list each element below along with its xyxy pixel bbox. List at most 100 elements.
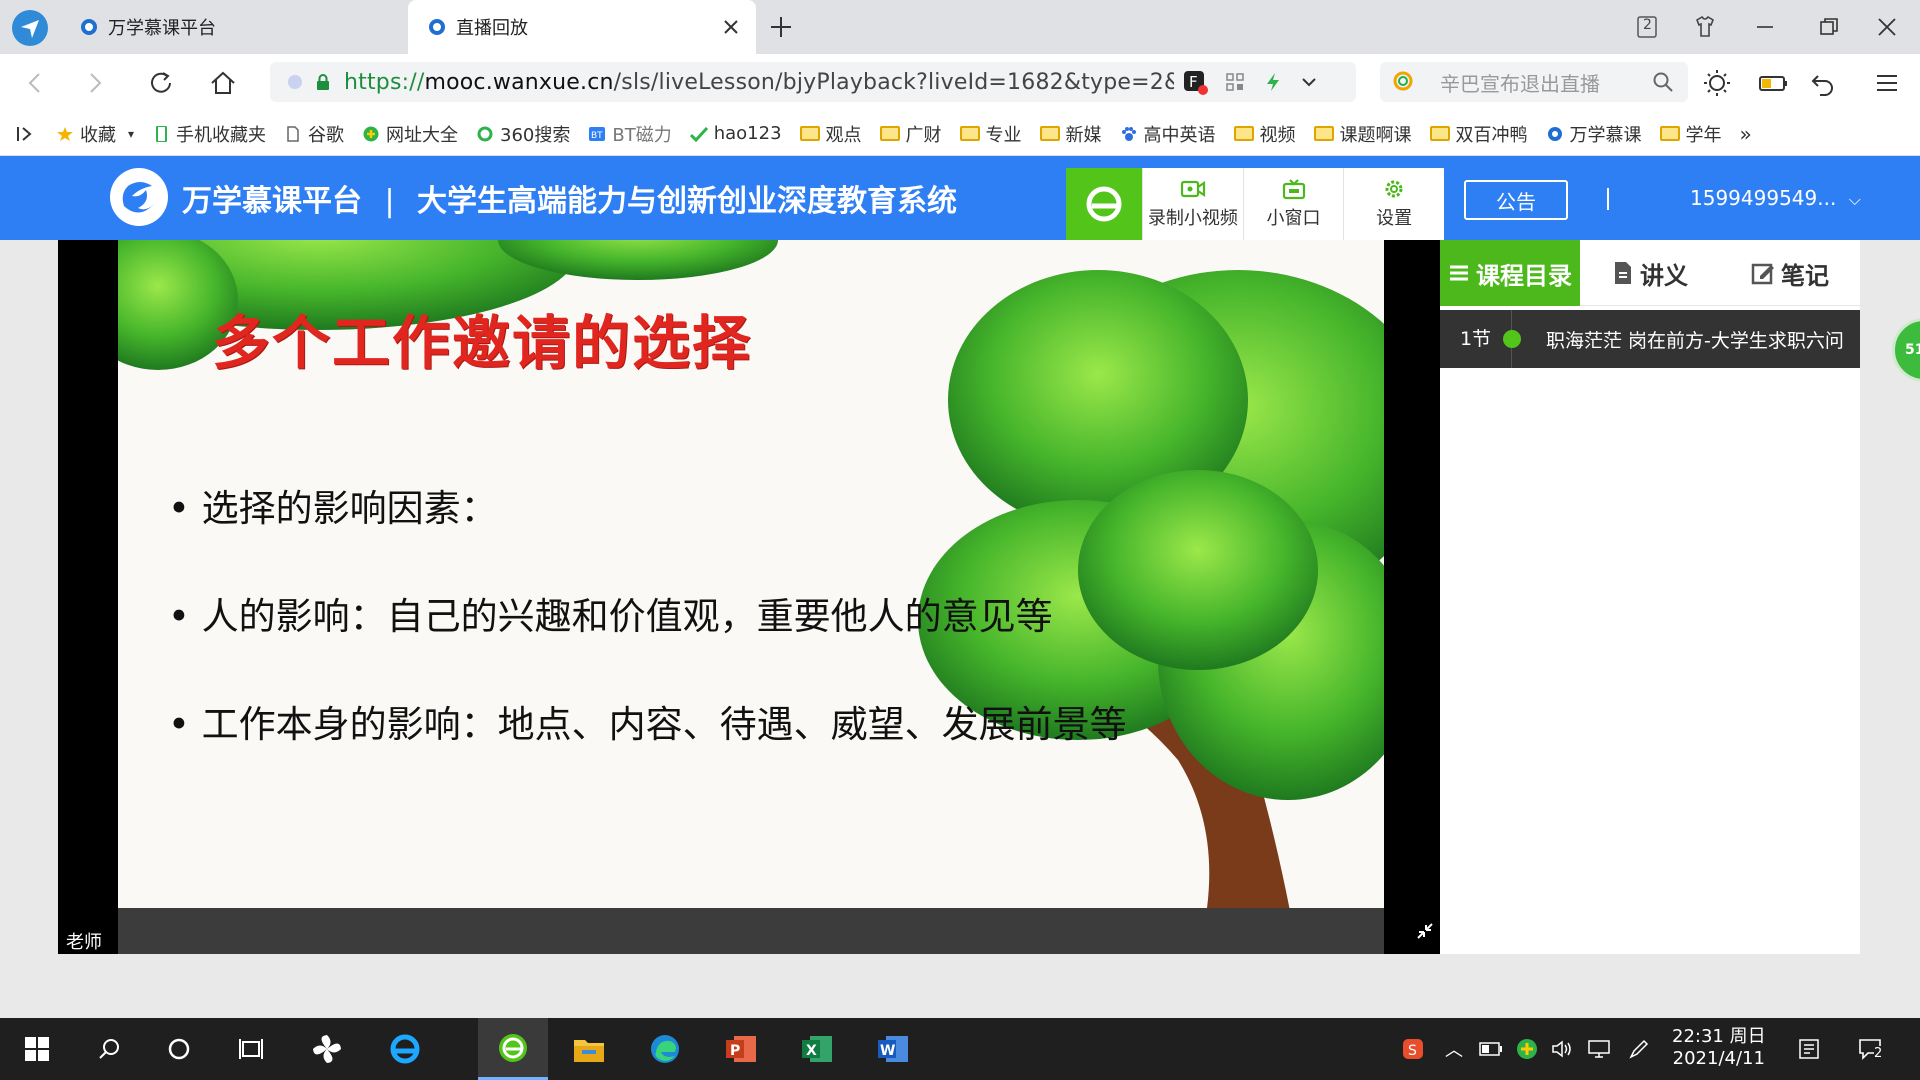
taskbar-app-pinwheel[interactable] — [292, 1018, 362, 1080]
close-tab-icon[interactable] — [722, 18, 740, 36]
tray-plus-icon[interactable] — [1512, 1018, 1542, 1080]
bookmark-hao123[interactable]: hao123 — [689, 123, 782, 144]
bookmark-folder-guandian[interactable]: 观点 — [799, 121, 862, 147]
sidebar-toggle-icon[interactable] — [14, 122, 38, 146]
bookmark-folder-xinmei[interactable]: 新媒 — [1039, 121, 1102, 147]
site-info-icon[interactable] — [288, 75, 302, 89]
tool-label: 小窗口 — [1266, 208, 1321, 229]
taskbar-app-360browser[interactable] — [478, 1018, 548, 1080]
pen-icon[interactable] — [1624, 1018, 1654, 1080]
volume-icon[interactable] — [1548, 1018, 1578, 1080]
search-button[interactable] — [86, 1018, 132, 1080]
taskbar-app-ie[interactable] — [370, 1018, 440, 1080]
brightness-icon[interactable] — [1702, 68, 1732, 98]
windows-taskbar: P X W S ︿ 22:31 周日 2021/4/11 2 — [0, 1018, 1920, 1080]
tab-handout[interactable]: 讲义 — [1580, 240, 1720, 306]
tab-live-playback[interactable]: 直播回放 — [408, 0, 756, 54]
taskbar-app-edge[interactable] — [630, 1018, 700, 1080]
url-bar[interactable]: https://mooc.wanxue.cn/sls/liveLesson/bj… — [270, 62, 1356, 102]
bookmark-mobile[interactable]: 手机收藏夹 — [152, 121, 266, 147]
bookmark-google[interactable]: 谷歌 — [284, 121, 344, 147]
wanxue-favicon-icon — [1547, 126, 1562, 141]
bookmark-sites[interactable]: 网址大全 — [362, 121, 458, 147]
menu-icon[interactable] — [1872, 68, 1902, 98]
course-side-panel: 课程目录 讲义 笔记 1节 职海茫茫 岗在前方-大学生求职六问 — [1440, 240, 1860, 954]
keyboard-icon[interactable] — [1792, 1018, 1826, 1080]
svg-text:W: W — [880, 1043, 895, 1059]
taskbar-app-explorer[interactable] — [554, 1018, 624, 1080]
bookmark-folder-shuangbai[interactable]: 双百冲鸭 — [1429, 121, 1528, 147]
qr-code-icon[interactable] — [1224, 71, 1246, 93]
task-view-button[interactable] — [228, 1018, 274, 1080]
sogou-ime-icon[interactable]: S — [1396, 1018, 1430, 1080]
system-clock[interactable]: 22:31 周日 2021/4/11 — [1672, 1026, 1766, 1070]
chapter-item[interactable]: 1节 职海茫茫 岗在前方-大学生求职六问 — [1440, 310, 1860, 368]
lightning-accelerate-icon[interactable] — [1262, 71, 1284, 93]
bookmark-label: 网址大全 — [386, 124, 459, 146]
settings-button[interactable]: 设置 — [1343, 168, 1444, 240]
url-text[interactable]: https://mooc.wanxue.cn/sls/liveLesson/bj… — [344, 70, 1174, 95]
tab-wanxue-platform[interactable]: 万学慕课平台 — [70, 0, 404, 54]
bookmark-folder-xuenian[interactable]: 学年 — [1659, 121, 1722, 147]
video-player[interactable]: 多个工作邀请的选择 • 选择的影响因素： • 人的影响：自己的兴趣和价值观，重要… — [58, 240, 1440, 954]
tab-label: 讲义 — [1640, 261, 1688, 290]
task-view-icon — [239, 1039, 263, 1059]
extension-f-icon[interactable]: F — [1182, 69, 1208, 95]
toolbar: 录制小视频 小窗口 设置 — [1066, 168, 1444, 240]
ie-engine-icon[interactable] — [1066, 168, 1142, 240]
user-menu[interactable]: 1599499549... ⌵ — [1690, 186, 1861, 210]
bookmark-gaozhong[interactable]: 高中英语 — [1120, 121, 1216, 147]
record-video-button[interactable]: 录制小视频 — [1142, 168, 1243, 240]
bookmark-folder-guangcai[interactable]: 广财 — [879, 121, 942, 147]
bookmark-label: 双百冲鸭 — [1455, 124, 1528, 146]
notification-center-button[interactable]: 2 — [1852, 1018, 1892, 1080]
tab-count-button[interactable]: 2 — [1634, 14, 1660, 40]
bookmark-folder-shipin[interactable]: 视频 — [1233, 121, 1296, 147]
minimize-icon[interactable] — [1752, 14, 1778, 40]
exit-fullscreen-icon[interactable] — [1414, 920, 1436, 942]
restore-icon[interactable] — [1816, 14, 1842, 40]
battery-icon[interactable] — [1476, 1018, 1506, 1080]
bookmark-bt[interactable]: BT BT磁力 — [588, 121, 672, 147]
start-button[interactable] — [14, 1018, 60, 1080]
tray-chevron-up-icon[interactable]: ︿ — [1442, 1018, 1466, 1080]
bookmark-folder-zhuanye[interactable]: 专业 — [959, 121, 1022, 147]
folder-icon — [799, 126, 820, 141]
search-box[interactable]: 辛巴宣布退出直播 — [1380, 62, 1688, 102]
forward-arrow-icon[interactable] — [80, 68, 110, 98]
shirt-skin-icon[interactable] — [1692, 14, 1718, 40]
close-window-icon[interactable] — [1874, 14, 1900, 40]
360-search-icon — [1393, 71, 1413, 91]
back-arrow-icon[interactable] — [20, 68, 50, 98]
mini-window-button[interactable]: 小窗口 — [1242, 168, 1344, 240]
notice-button[interactable]: 公告 — [1464, 180, 1568, 220]
home-icon[interactable] — [208, 68, 238, 98]
browser-logo-icon[interactable] — [12, 10, 48, 46]
taskbar-app-powerpoint[interactable]: P — [706, 1018, 776, 1080]
undo-icon[interactable] — [1808, 68, 1838, 98]
battery-saver-icon[interactable] — [1758, 68, 1788, 98]
taskbar-app-word[interactable]: W — [858, 1018, 928, 1080]
network-icon[interactable] — [1584, 1018, 1614, 1080]
cortana-button[interactable] — [156, 1018, 202, 1080]
more-bookmarks-button[interactable]: » — [1740, 122, 1752, 146]
powerpoint-icon: P — [726, 1036, 756, 1062]
refresh-icon[interactable] — [146, 68, 176, 98]
chevron-down-icon[interactable] — [1298, 71, 1320, 93]
search-icon[interactable] — [1652, 71, 1674, 93]
bookmark-360[interactable]: 360搜索 — [476, 121, 570, 147]
cortana-icon — [168, 1038, 190, 1060]
header-divider — [1607, 188, 1609, 210]
phone-icon — [156, 125, 168, 142]
taskbar-app-excel[interactable]: X — [782, 1018, 852, 1080]
floating-badge-button[interactable]: 51 — [1892, 318, 1920, 382]
new-tab-icon[interactable] — [768, 14, 794, 40]
ie-icon — [390, 1034, 420, 1064]
tab-notes[interactable]: 笔记 — [1720, 240, 1860, 306]
caret-down-icon[interactable]: ▾ — [128, 127, 134, 141]
bookmark-wanxue[interactable]: 万学慕课 — [1546, 121, 1642, 147]
video-control-bar[interactable] — [118, 908, 1384, 954]
bookmark-folder-keti[interactable]: 课题啊课 — [1313, 121, 1412, 147]
tab-course-catalog[interactable]: 课程目录 — [1440, 240, 1580, 306]
bookmark-favorites[interactable]: 收藏 ▾ — [56, 121, 134, 147]
